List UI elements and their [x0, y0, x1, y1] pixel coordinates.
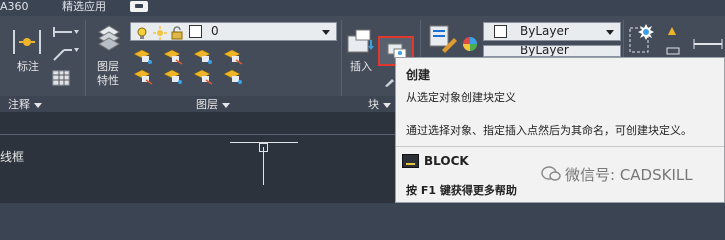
crosshair-vertical [263, 147, 264, 185]
layer-thaw-icon [153, 25, 167, 44]
quick-select-icon[interactable] [628, 22, 658, 60]
tooltip-detail: 通过选择对象、指定插入点然后为其命名，可创建块定义。 [406, 124, 692, 137]
layer-properties-label-1[interactable]: 图层 [97, 60, 119, 74]
tooltip-divider [396, 146, 724, 147]
chevron-down-icon [34, 102, 42, 108]
table-icon[interactable] [52, 70, 70, 90]
pickbox [259, 143, 268, 152]
leader-icon[interactable] [52, 46, 80, 66]
color-combo-value: ByLayer [520, 24, 569, 38]
create-block-tooltip: 创建 从选定对象创建块定义 通过选择对象、指定插入点然后为其命名，可创建块定义。… [395, 57, 725, 203]
linetype-combo-value: ByLayer [520, 45, 569, 57]
layer-properties-label-2[interactable]: 特性 [97, 74, 119, 88]
multileader-icon[interactable] [52, 24, 80, 43]
group-icon[interactable] [666, 22, 680, 41]
tooltip-title: 创建 [406, 68, 431, 82]
dimension-button-label[interactable]: 标注 [17, 60, 39, 74]
annotation-panel-title-text: 注释 [8, 98, 30, 111]
layers-panel-title-text: 图层 [196, 98, 218, 111]
command-line-icon [402, 154, 419, 168]
block-panel-title[interactable]: 块 [368, 96, 391, 112]
chevron-down-icon [383, 102, 391, 108]
block-panel-title-text: 块 [368, 98, 379, 111]
layer-color-swatch [189, 25, 202, 38]
wechat-watermark: 微信号: CADSKILL [541, 164, 693, 185]
visual-style-label[interactable]: 线框 [0, 148, 24, 165]
viewport-border [0, 134, 395, 135]
chevron-down-icon[interactable] [322, 30, 330, 35]
minimize-ribbon-icon[interactable] [130, 1, 148, 12]
linetype-combo[interactable]: ByLayer [483, 45, 621, 57]
layer-unlock-icon [171, 25, 183, 44]
watermark-text: 微信号: CADSKILL [565, 166, 693, 184]
color-combo[interactable]: ByLayer [483, 22, 621, 41]
layer-tools-grid [130, 48, 270, 94]
layer-on-icon [137, 25, 147, 44]
color-wheel-icon[interactable] [462, 36, 478, 56]
annotation-panel-title[interactable]: 注释 [8, 96, 42, 112]
tooltip-command: BLOCK [424, 154, 469, 168]
chevron-down-icon[interactable] [606, 30, 614, 35]
layers-panel-title[interactable]: 图层 [196, 96, 230, 112]
tooltip-description: 从选定对象创建块定义 [406, 91, 516, 104]
chevron-down-icon [222, 102, 230, 108]
wechat-icon [541, 166, 561, 181]
ribbon-tab-bar: A360 精选应用 [0, 0, 725, 16]
color-swatch [494, 25, 507, 38]
insert-block-icon[interactable] [346, 26, 376, 60]
insert-button-label[interactable]: 插入 [350, 60, 372, 74]
drawing-canvas[interactable]: 线框 [0, 112, 395, 203]
layer-properties-icon[interactable] [95, 22, 123, 58]
dimension-icon[interactable] [10, 28, 44, 60]
layer-combo-value: 0 [211, 24, 219, 38]
layer-combo[interactable]: 0 [130, 22, 337, 41]
tooltip-help: 按 F1 键获得更多帮助 [406, 184, 517, 197]
tab-a360[interactable]: A360 [0, 0, 29, 14]
tab-featured-apps[interactable]: 精选应用 [62, 0, 106, 14]
measure-icon[interactable] [692, 36, 724, 55]
